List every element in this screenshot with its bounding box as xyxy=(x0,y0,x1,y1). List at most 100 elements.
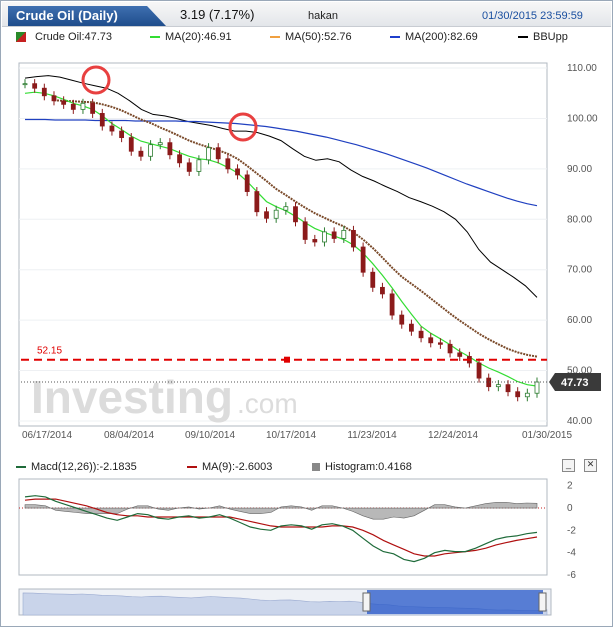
candle-body xyxy=(312,239,318,243)
ma20-line xyxy=(24,91,538,387)
date-axis-tick: 12/24/2014 xyxy=(428,430,478,441)
candle-body xyxy=(370,271,376,288)
support-label: 52.15 xyxy=(37,346,62,357)
candle-body xyxy=(167,142,173,156)
histogram-area xyxy=(24,502,538,520)
macd-axis-tick: -4 xyxy=(567,548,576,559)
candle-body xyxy=(466,356,472,364)
legend-item-crude-oil[interactable]: Crude Oil:47.73 xyxy=(35,31,112,43)
swatch xyxy=(150,36,160,39)
legend-item-ma50[interactable]: MA(50):52.76 xyxy=(270,31,352,43)
candle-body xyxy=(457,352,463,357)
annotation-circle xyxy=(81,65,111,95)
candle-body xyxy=(235,168,240,176)
candle-body xyxy=(283,206,289,211)
legend-item-histogram[interactable]: Histogram:0.4168 xyxy=(312,461,412,473)
candle-body xyxy=(90,102,96,114)
candle-body xyxy=(32,83,38,89)
candle-body xyxy=(505,384,511,393)
navigator-history xyxy=(22,592,548,616)
candle-body xyxy=(244,174,250,192)
candle-body xyxy=(22,83,28,86)
candle-body xyxy=(341,229,347,239)
price-axis-tick: 70.00 xyxy=(567,265,592,276)
candle-body xyxy=(225,158,231,170)
legend-label: Histogram:0.4168 xyxy=(325,461,412,473)
navigator-handle-right[interactable] xyxy=(538,592,547,612)
candle-body xyxy=(515,391,521,398)
candle-body xyxy=(61,100,67,105)
price-axis-tick: 90.00 xyxy=(567,164,592,175)
instrument-title[interactable]: Crude Oil (Daily) xyxy=(8,6,166,26)
candle-body xyxy=(418,330,424,339)
support-handle xyxy=(284,356,290,363)
candle-body xyxy=(428,337,434,344)
timestamp: 01/30/2015 23:59:59 xyxy=(482,10,583,22)
candle-body xyxy=(157,142,163,146)
ma50-line xyxy=(53,99,538,358)
price-axis-tick: 50.00 xyxy=(567,366,592,377)
legend-label: Macd(12,26)):-2.1835 xyxy=(31,461,137,473)
candlestick-icon xyxy=(16,32,26,42)
swatch xyxy=(270,36,280,39)
date-axis-tick: 09/10/2014 xyxy=(185,430,235,441)
candle-body xyxy=(399,314,405,325)
candle-body xyxy=(273,209,279,219)
signal-line xyxy=(24,498,538,557)
candle-body xyxy=(254,191,260,213)
candle-body xyxy=(476,362,482,379)
legend-label: Crude Oil:47.73 xyxy=(35,31,113,43)
macd-plot-area xyxy=(18,478,548,576)
legend-item-bbupp[interactable]: BBUpp xyxy=(518,31,568,43)
chart-widget: Crude Oil (Daily) 3.19 (7.17%) hakan 01/… xyxy=(0,0,613,627)
macd-line xyxy=(24,495,538,563)
minimize-button[interactable]: _ xyxy=(562,459,575,472)
username: hakan xyxy=(308,10,338,22)
price-axis-tick: 60.00 xyxy=(567,315,592,326)
navigator-handle-left[interactable] xyxy=(362,592,371,612)
candle-body xyxy=(70,103,76,110)
candle-body xyxy=(99,113,105,127)
legend-item-macd[interactable]: Macd(12,26)):-2.1835 xyxy=(16,461,137,473)
candle-body xyxy=(119,130,125,139)
candle-body xyxy=(177,154,182,164)
candle-body xyxy=(360,246,366,273)
price-axis-tick: 80.00 xyxy=(567,214,592,225)
candle-body xyxy=(322,231,327,243)
main-legend: Crude Oil:47.73 MA(20):46.91 MA(50):52.7… xyxy=(2,27,602,45)
legend-label: MA(9):-2.6003 xyxy=(202,461,273,473)
watermark-suffix: .com xyxy=(237,388,298,419)
candle-body xyxy=(80,102,86,110)
legend-label: MA(50):52.76 xyxy=(285,31,352,43)
candle-body xyxy=(264,211,269,219)
candle-body xyxy=(437,342,443,345)
close-button[interactable]: ✕ xyxy=(584,459,597,472)
legend-item-ma200[interactable]: MA(200):82.69 xyxy=(390,31,478,43)
candle-body xyxy=(447,343,453,354)
macd-legend: Macd(12,26)):-2.1835 MA(9):-2.6003 Histo… xyxy=(2,457,602,475)
bollinger-upper-line xyxy=(24,75,538,298)
candle-body xyxy=(206,147,211,161)
swatch xyxy=(518,36,528,39)
swatch xyxy=(16,466,26,469)
candle-body xyxy=(389,293,395,316)
candle-body xyxy=(495,384,501,388)
watermark-brand: Investing xyxy=(31,371,233,423)
candle-body xyxy=(331,231,337,239)
price-plot-area xyxy=(18,62,548,427)
legend-label: MA(200):82.69 xyxy=(405,31,478,43)
date-axis-tick: 11/23/2014 xyxy=(347,430,397,441)
legend-item-signal[interactable]: MA(9):-2.6003 xyxy=(187,461,272,473)
candle-body xyxy=(351,229,356,248)
candle-body xyxy=(148,144,153,157)
legend-label: MA(20):46.91 xyxy=(165,31,232,43)
candle-body xyxy=(302,221,308,240)
candle-body xyxy=(409,323,414,332)
swatch xyxy=(390,36,400,39)
candle-body xyxy=(486,377,492,388)
macd-axis-tick: 0 xyxy=(567,503,573,514)
date-axis-tick: 01/30/2015 xyxy=(522,430,572,441)
swatch xyxy=(312,463,320,472)
candle-body xyxy=(215,147,221,160)
legend-item-ma20[interactable]: MA(20):46.91 xyxy=(150,31,232,43)
